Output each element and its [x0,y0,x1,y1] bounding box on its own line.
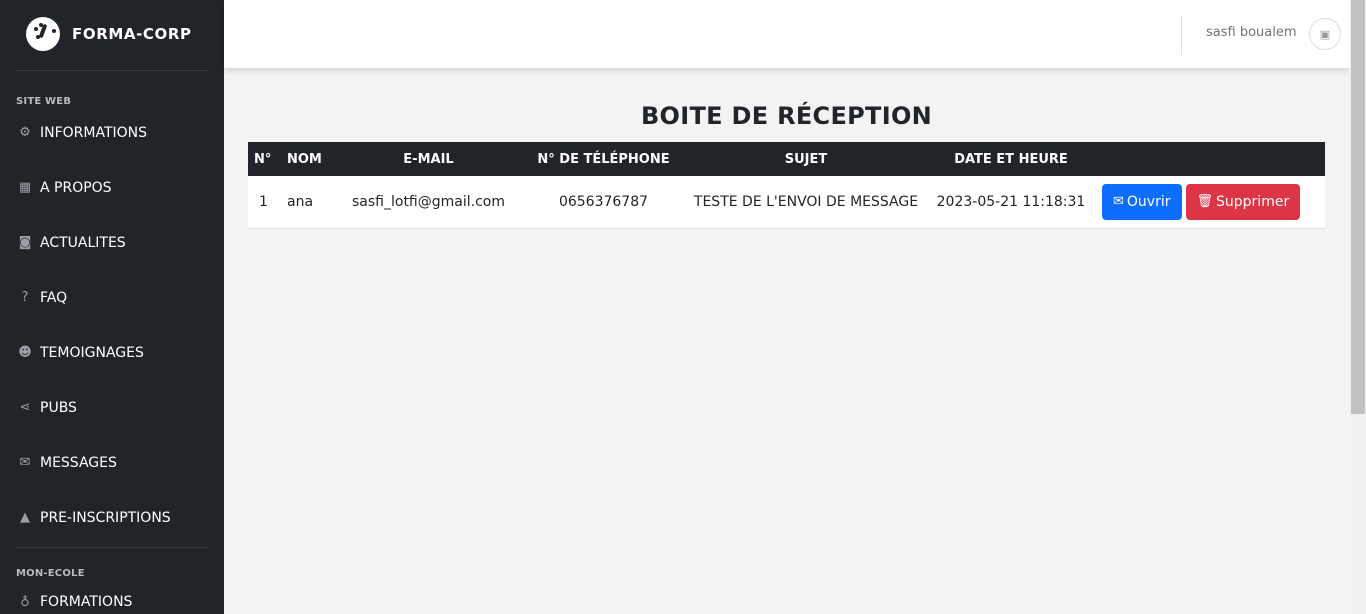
logo-icon [26,17,60,51]
column-header-sujet: SUJET [784,151,828,167]
page-title: BOITE DE RÉCEPTION [640,102,933,130]
delete-button[interactable]: 🗑 Supprimer [1185,183,1301,220]
award-icon: ♁ [20,594,30,610]
trash-icon: 🗑 [1196,194,1214,210]
graduation-cap-icon: ▲ [20,510,30,525]
scrollbar-thumb[interactable] [1351,0,1365,414]
column-header-nom: NOM [287,151,322,167]
sidebar-item-informations[interactable]: ⚙ INFORMATIONS [0,105,224,160]
column-header-num: N° [254,151,272,167]
sidebar-item-label: INFORMATIONS [40,124,148,141]
brand[interactable]: FORMA-CORP [0,0,224,68]
cell-actions: ✉ Ouvrir 🗑 Supprimer [1096,176,1325,228]
sidebar-item-label: MESSAGES [40,454,117,471]
share-icon: ⋖ [19,400,31,415]
cell-sujet: TESTE DE L'ENVOI DE MESSAGE [693,193,919,210]
sidebar-item-a-propos[interactable]: ▦ A PROPOS [0,160,224,215]
sidebar-item-faq[interactable]: ? FAQ [0,270,224,325]
sidebar-item-messages[interactable]: ✉ MESSAGES [0,435,224,490]
sidebar-item-label: ACTUALITES [40,234,126,251]
sidebar-item-pre-inscriptions[interactable]: ▲ PRE-INSCRIPTIONS [0,490,224,545]
avatar[interactable]: ▣ [1309,18,1341,50]
sidebar: FORMA-CORP SITE WEB ⚙ INFORMATIONS ▦ A P… [0,0,224,614]
camera-icon: ◙ [18,235,32,250]
column-header-phone: N° DE TÉLÉPHONE [537,151,670,167]
column-header-date: DATE ET HEURE [954,151,1068,167]
sidebar-item-formations[interactable]: ♁ FORMATIONS [0,582,224,614]
envelope-open-icon: ✉ [1113,194,1124,210]
topbar-divider [1181,15,1182,55]
sidebar-item-label: A PROPOS [40,179,112,196]
brand-name: FORMA-CORP [72,25,192,43]
sidebar-item-actualites[interactable]: ◙ ACTUALITES [0,215,224,270]
cell-date: 2023-05-21 11:18:31 [936,193,1086,210]
question-icon: ? [21,290,29,305]
sidebar-item-label: FAQ [40,289,68,306]
sidebar-item-label: FORMATIONS [40,594,133,610]
section-heading-mon-ecole: MON-ECOLE [16,568,85,579]
cell-num: 1 [259,193,268,210]
delete-button-label: Supprimer [1216,193,1290,210]
user-name[interactable]: sasfi boualem [1206,25,1297,40]
sidebar-item-label: PRE-INSCRIPTIONS [40,509,171,526]
gear-icon: ⚙ [19,125,31,140]
broken-image-icon: ▣ [1319,27,1331,41]
cell-nom: ana [287,193,314,210]
scrollbar[interactable] [1350,0,1366,614]
topbar: sasfi boualem ▣ [224,0,1350,68]
sidebar-item-pubs[interactable]: ⋖ PUBS [0,380,224,435]
sidebar-item-label: TEMOIGNAGES [40,344,144,361]
table-header-row: N° NOM E-MAIL N° DE TÉLÉPHONE SUJET DATE… [248,142,1325,176]
cell-email: sasfi_lotfi@gmail.com [352,193,505,210]
sidebar-item-label: PUBS [40,399,77,416]
envelope-icon: ✉ [19,455,31,470]
open-button[interactable]: ✉ Ouvrir [1102,183,1182,220]
sidebar-item-temoignages[interactable]: ☻ TEMOIGNAGES [0,325,224,380]
table-row: 1 ana sasfi_lotfi@gmail.com 0656376787 T… [248,176,1325,228]
column-header-email: E-MAIL [403,151,454,167]
cell-phone: 0656376787 [558,193,649,210]
users-icon: ☻ [18,345,32,360]
open-button-label: Ouvrir [1126,193,1171,210]
messages-table: N° NOM E-MAIL N° DE TÉLÉPHONE SUJET DATE… [248,142,1325,229]
column-header-actions [1096,142,1325,176]
building-icon: ▦ [18,180,32,195]
